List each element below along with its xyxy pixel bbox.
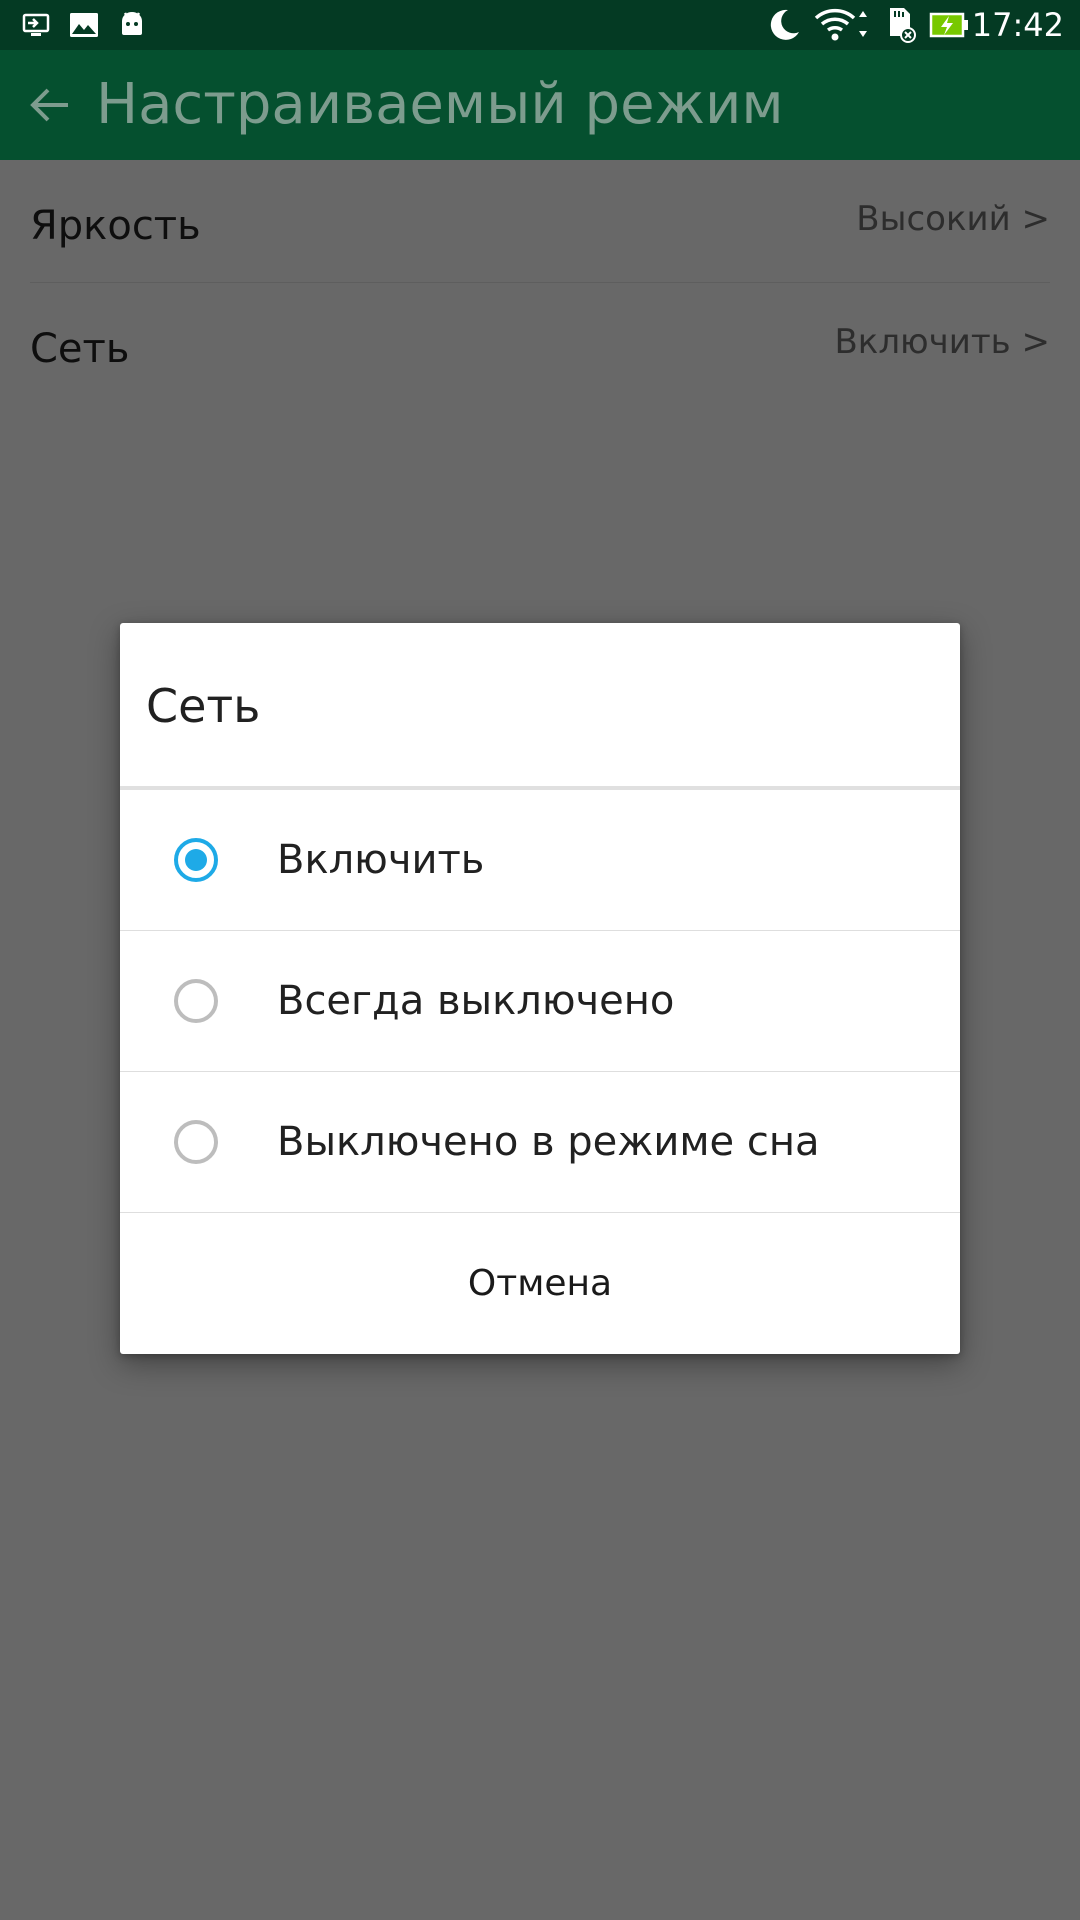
- option-enable-label: Включить: [277, 837, 485, 883]
- setting-brightness-row[interactable]: Яркость Высокий >: [30, 160, 1050, 283]
- dialog-title: Сеть: [146, 679, 261, 733]
- image-icon: [70, 13, 98, 37]
- page-title: Настраиваемый режим: [96, 72, 784, 137]
- screen-cast-icon: [22, 13, 50, 36]
- setting-network-row[interactable]: Сеть Включить >: [30, 283, 1050, 405]
- app-bar: Настраиваемый режим: [0, 50, 1080, 160]
- option-always-off[interactable]: Всегда выключено: [120, 931, 960, 1072]
- wifi-icon: [814, 8, 867, 41]
- radio-unselected-icon[interactable]: [173, 1119, 219, 1165]
- option-off-in-sleep-label: Выключено в режиме сна: [277, 1119, 820, 1165]
- setting-network-value: Включить >: [834, 322, 1050, 362]
- network-dialog: Сеть Включить Всегда выключено Выключено…: [120, 623, 960, 1354]
- option-enable[interactable]: Включить: [120, 790, 960, 931]
- radio-selected-icon[interactable]: [173, 837, 219, 883]
- cancel-button[interactable]: Отмена: [120, 1213, 960, 1354]
- status-time: 17:42: [971, 6, 1064, 44]
- setting-brightness-value: Высокий >: [856, 199, 1050, 239]
- arrow-left-icon[interactable]: [26, 81, 74, 129]
- sd-card-icon: [890, 8, 916, 43]
- radio-unselected-icon[interactable]: [173, 978, 219, 1024]
- option-off-in-sleep[interactable]: Выключено в режиме сна: [120, 1072, 960, 1213]
- settings-list: Яркость Высокий > Сеть Включить >: [0, 160, 1080, 405]
- android-icon: [122, 12, 142, 35]
- battery-charging-icon: [929, 12, 968, 38]
- status-bar: 17:42: [0, 0, 1080, 50]
- setting-network-label: Сеть: [30, 326, 130, 372]
- setting-brightness-label: Яркость: [30, 203, 201, 249]
- option-always-off-label: Всегда выключено: [277, 978, 675, 1024]
- moon-icon: [770, 9, 799, 40]
